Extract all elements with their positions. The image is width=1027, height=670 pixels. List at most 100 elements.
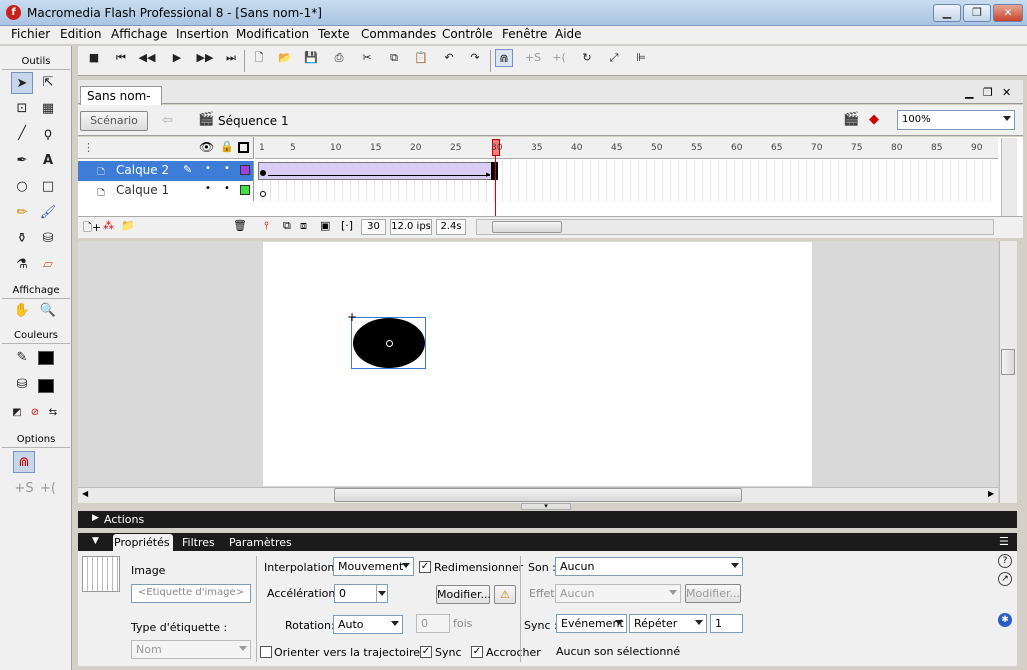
expand-arrow-icon[interactable]: ▶: [92, 513, 99, 523]
eraser-icon[interactable]: ▱: [37, 254, 59, 276]
free-transform-icon[interactable]: ⊡: [11, 98, 33, 120]
stage-hscroll-thumb[interactable]: [334, 488, 742, 502]
hand-icon[interactable]: ✋: [11, 300, 33, 322]
snap-magnet-icon[interactable]: ⋒: [495, 49, 513, 67]
menu-edition[interactable]: Edition: [60, 27, 102, 41]
stop-icon[interactable]: ■: [85, 49, 103, 67]
onion-skin-icon[interactable]: ⧉: [283, 219, 291, 233]
pencil-icon[interactable]: ✏: [11, 202, 33, 224]
fill-transform-icon[interactable]: ▦: [37, 98, 59, 120]
label-type-select[interactable]: Nom: [131, 640, 251, 659]
go-end-icon[interactable]: ⏭: [222, 49, 240, 67]
straighten-option-icon[interactable]: +(: [37, 478, 59, 500]
tab-parametres[interactable]: Paramètres: [229, 536, 292, 549]
edit-behaviors-icon[interactable]: ↗: [998, 572, 1012, 586]
straighten-icon[interactable]: +(: [550, 49, 568, 67]
onion-outline-icon[interactable]: ⧈: [300, 219, 307, 233]
modify-ease-button[interactable]: Modifier...: [436, 585, 491, 604]
lock-icon[interactable]: 🔒: [220, 140, 234, 153]
close-button[interactable]: ✕: [993, 4, 1023, 22]
warning-icon[interactable]: ⚠: [494, 585, 516, 604]
outline-icon[interactable]: [238, 142, 249, 153]
sound-select[interactable]: Aucun: [555, 557, 743, 576]
timeline-hscroll-thumb[interactable]: [492, 221, 562, 233]
menu-insertion[interactable]: Insertion: [176, 27, 229, 41]
rectangle-tool-icon[interactable]: □: [37, 176, 59, 198]
pen-tool-icon[interactable]: ✒: [11, 150, 33, 172]
edit-symbols-icon[interactable]: ◆: [869, 112, 879, 127]
paste-icon[interactable]: 📋: [412, 49, 430, 67]
scroll-right-arrow[interactable]: ▶: [988, 489, 994, 498]
tab-proprietes[interactable]: Propriétés: [113, 534, 173, 551]
repeat-count-input[interactable]: 1: [710, 614, 743, 633]
panel-collapse-handle[interactable]: ▾: [521, 503, 571, 510]
text-tool-icon[interactable]: A: [37, 150, 59, 172]
play-icon[interactable]: ▶: [168, 49, 186, 67]
menu-controle[interactable]: Contrôle: [442, 27, 493, 41]
minimize-button[interactable]: ▁: [933, 4, 961, 22]
doc-minimize-icon[interactable]: ▁: [965, 86, 973, 99]
timeline-vscroll[interactable]: [1001, 138, 1017, 216]
layer2-visible-dot[interactable]: •: [205, 163, 211, 174]
line-tool-icon[interactable]: ╱: [11, 123, 33, 145]
sync-select[interactable]: Evénement: [556, 614, 627, 633]
redo-icon[interactable]: ↷: [466, 49, 484, 67]
menu-fichier[interactable]: Fichier: [11, 27, 50, 41]
lasso-icon[interactable]: ϙ: [37, 123, 59, 145]
menu-affichage[interactable]: Affichage: [111, 27, 167, 41]
center-frame-icon[interactable]: ⫯: [264, 219, 269, 233]
eyedropper-icon[interactable]: ⚗: [11, 254, 33, 276]
frame-rate-field[interactable]: 12.0 ips: [390, 219, 432, 235]
smooth-option-icon[interactable]: +S: [13, 478, 35, 500]
swap-colors-icon[interactable]: ⇆: [42, 402, 64, 424]
edit-multiple-frames-icon[interactable]: ▣: [320, 219, 330, 232]
align-icon[interactable]: ⊫: [632, 49, 650, 67]
orient-checkbox[interactable]: [260, 646, 272, 658]
layer2-outline-color[interactable]: [240, 165, 250, 175]
menu-fenetre[interactable]: Fenêtre: [502, 27, 547, 41]
delete-layer-icon[interactable]: 🗑: [233, 219, 247, 232]
empty-keyframe-dot[interactable]: [260, 191, 266, 197]
zoom-icon[interactable]: 🔍: [37, 300, 59, 322]
save-icon[interactable]: 💾: [302, 49, 320, 67]
snap-option-magnet-icon[interactable]: ⋒: [13, 451, 35, 473]
interpolation-select[interactable]: Mouvement: [333, 557, 414, 576]
rotation-select[interactable]: Auto: [333, 615, 403, 634]
layer2-lock-dot[interactable]: •: [224, 163, 230, 174]
menu-aide[interactable]: Aide: [555, 27, 582, 41]
add-layer-icon[interactable]: 🗋+: [83, 219, 101, 238]
brush-icon[interactable]: 🖌: [37, 202, 59, 224]
layer1-visible-dot[interactable]: •: [205, 183, 211, 194]
timeline-grip-icon[interactable]: ⋮: [83, 141, 94, 154]
step-forward-icon[interactable]: ▶▶: [196, 49, 214, 67]
menu-commandes[interactable]: Commandes: [361, 27, 436, 41]
copy-icon[interactable]: ⧉: [385, 49, 403, 67]
sync-checkbox[interactable]: ✓: [420, 646, 432, 658]
stroke-color-swatch[interactable]: [38, 351, 54, 365]
print-icon[interactable]: ⎙: [330, 49, 348, 67]
rewind-start-icon[interactable]: ⏮: [112, 49, 130, 67]
effect-modify-button[interactable]: Modifier...: [685, 584, 741, 603]
rotate-icon[interactable]: ↻: [578, 49, 596, 67]
edit-scene-icon[interactable]: 🎬: [843, 112, 859, 127]
subselection-icon[interactable]: ⇱: [37, 72, 59, 94]
selection-arrow-icon[interactable]: ➤: [11, 72, 33, 94]
back-arrow-icon[interactable]: ⇦: [162, 113, 173, 128]
stage-canvas[interactable]: [263, 242, 812, 486]
rotation-count-input[interactable]: 0: [416, 614, 450, 633]
menu-texte[interactable]: Texte: [318, 27, 350, 41]
actions-panel-header[interactable]: Actions: [78, 511, 1017, 528]
acceleration-dropdown-arrow[interactable]: [376, 585, 387, 602]
layer1-lock-dot[interactable]: •: [224, 183, 230, 194]
scroll-left-arrow[interactable]: ◀: [82, 489, 88, 498]
collapse-arrow-icon[interactable]: ▼: [92, 536, 99, 546]
paint-bucket-icon[interactable]: ⛁: [37, 228, 59, 250]
resize-checkbox[interactable]: ✓: [419, 561, 431, 573]
snap-checkbox[interactable]: ✓: [471, 646, 483, 658]
frame-label-input[interactable]: <Etiquette d'image>: [131, 584, 251, 603]
motion-tween-span[interactable]: [258, 162, 495, 180]
tab-filtres[interactable]: Filtres: [182, 536, 215, 549]
zoom-dropdown[interactable]: 100%: [897, 110, 1015, 130]
open-folder-icon[interactable]: 📂: [276, 49, 294, 67]
frame-ruler[interactable]: [255, 137, 998, 159]
